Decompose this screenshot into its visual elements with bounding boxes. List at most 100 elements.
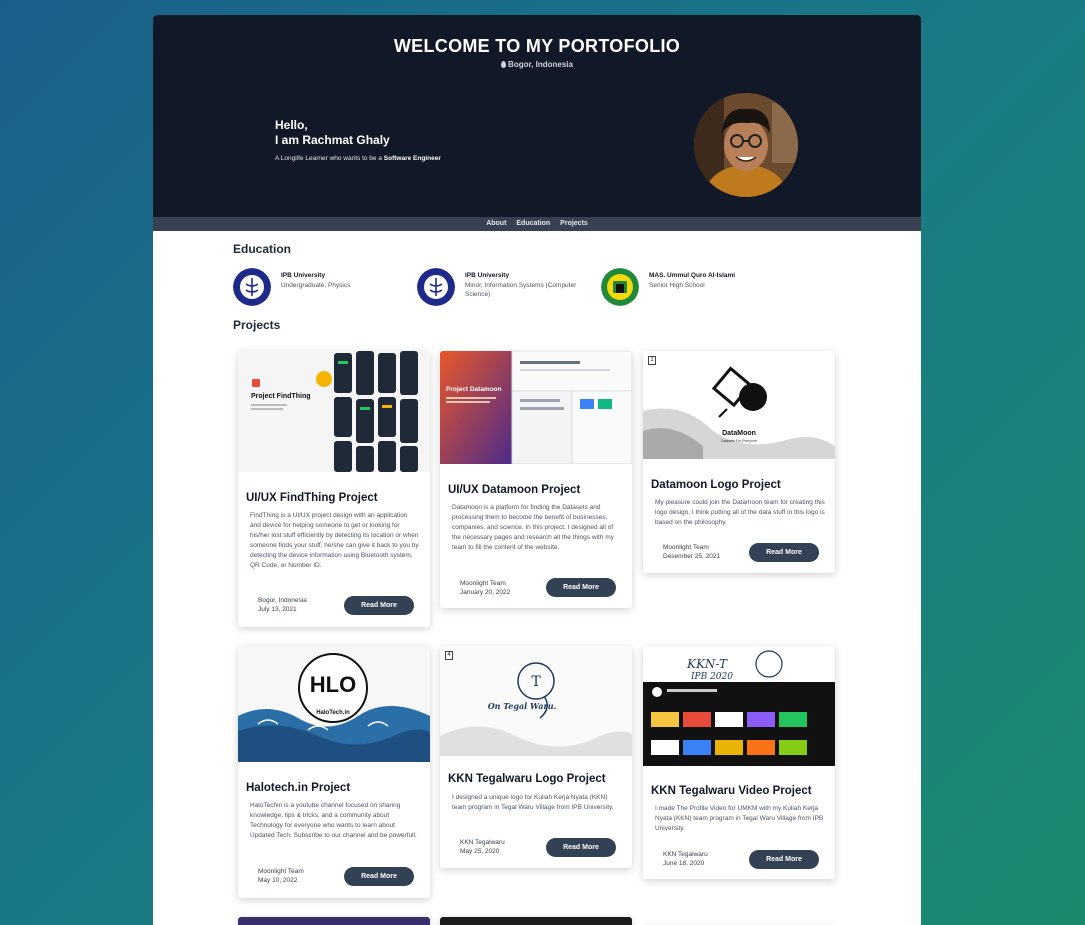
project-author: KKN Tegalwaru (460, 839, 505, 846)
findthing-mockup: Project FindThing (238, 351, 430, 472)
nav-education[interactable]: Education (516, 220, 550, 227)
location-label: Bogor, Indonesia (508, 60, 573, 69)
education-item: IPB University Undergraduate, Physics (233, 268, 413, 306)
project-date: June 18, 2020 (663, 859, 705, 867)
halotech-image: HLO HaloTech.in (238, 646, 430, 762)
halotech-logo-text: HaloTech.in (316, 710, 350, 716)
kkn-banner-text: KKN-T (686, 657, 728, 671)
project-date: May 25, 2020 (460, 847, 500, 855)
tegalwaru-video-image: KKN-T IPB 2020 (643, 646, 835, 766)
project-title: UI/UX Datamoon Project (448, 484, 581, 496)
project-title: Halotech.in Project (246, 782, 351, 794)
school-name: MAS. Ummul Quro Al-Islami (649, 272, 736, 279)
projects-heading: Projects (233, 318, 281, 332)
tagline-text: A Longlife Learner who wants to be a (275, 155, 384, 162)
ipb-logo-icon (233, 268, 271, 306)
datamoon-logo-text: DataMoon (722, 430, 756, 437)
svg-text:T: T (531, 674, 541, 690)
ipb-logo-icon (417, 268, 455, 306)
project-date: July 13, 2021 (258, 605, 297, 613)
tagline: A Longlife Learner who wants to be a Sof… (275, 155, 441, 162)
read-more-button[interactable]: Read More (546, 578, 616, 597)
read-more-button[interactable]: Read More (344, 596, 414, 615)
nav-about[interactable]: About (486, 220, 506, 227)
project-card: DataMoon Datasets For Everyone 1 Datamoo… (643, 351, 835, 573)
project-image: DataMoon Datasets For Everyone (643, 351, 835, 459)
kkn-banner-subtext: IPB 2020 (690, 672, 733, 682)
project-card-partial (238, 917, 430, 925)
education-heading: Education (233, 242, 292, 256)
project-title: KKN Tegalwaru Logo Project (448, 773, 606, 785)
project-description: Datamoon is a platform for finding the D… (452, 504, 614, 551)
project-meta: KKN Tegalwaru May 25, 2020 (460, 839, 505, 856)
tegalwaru-logo-image: T On Tegal Waru. (440, 646, 632, 756)
location-text: Bogor, Indonesia (153, 60, 921, 69)
project-image: Project FindThing (238, 351, 430, 472)
avatar-photo (694, 93, 798, 197)
project-image: Project Datamoon (440, 351, 632, 464)
school-name: IPB University (465, 272, 510, 279)
project-title: Datamoon Logo Project (651, 479, 781, 491)
project-author: Moonlight Team (663, 544, 709, 551)
project-title: KKN Tegalwaru Video Project (651, 785, 812, 797)
location-pin-icon (501, 61, 507, 68)
project-card: T On Tegal Waru. 4 KKN Tegalwaru Logo Pr… (440, 646, 632, 868)
tagline-highlight: Software Engineer (383, 155, 441, 162)
datamoon-logo-subtext: Datasets For Everyone (721, 439, 757, 443)
read-more-button[interactable]: Read More (344, 867, 414, 886)
project-date: January 20, 2022 (460, 588, 511, 596)
datamoon-logo-image: DataMoon Datasets For Everyone (643, 351, 835, 459)
school-degree: Undergraduate, Physics (281, 282, 351, 289)
project-meta: Bogor, Indonesia July 13, 2021 (258, 597, 307, 614)
project-meta: Moonlight Team May 10, 2022 (258, 868, 304, 885)
project-title: UI/UX FindThing Project (246, 492, 378, 504)
project-description: My pleasure could join the Datamoon team… (655, 499, 825, 526)
greeting-line-1: Hello, (275, 118, 308, 132)
greeting: Hello, I am Rachmat Ghaly (275, 118, 390, 148)
school-degree: Minor, Information Systems (Computer Sci… (465, 282, 577, 298)
findthing-mockup-text: Project FindThing (251, 393, 311, 400)
image-badge: 1 (648, 356, 656, 365)
datamoon-mockup-text: Project Datamoon (446, 386, 502, 393)
project-author: Bogor, Indonesia (258, 597, 307, 604)
project-date: Desember 25, 2021 (663, 552, 721, 560)
project-card-partial (643, 921, 835, 925)
nav-projects[interactable]: Projects (560, 220, 588, 227)
datamoon-mockup: Project Datamoon (440, 351, 632, 464)
project-image: T On Tegal Waru. (440, 646, 632, 756)
project-author: Moonlight Team (460, 580, 506, 587)
page-title: WELCOME TO MY PORTOFOLIO (393, 36, 681, 56)
school-name: IPB University (281, 272, 326, 279)
education-item: MAS. Ummul Quro Al-Islami Senior High Sc… (601, 268, 781, 306)
project-description: HaloTechin is a youtube channel focused … (250, 802, 417, 839)
image-badge: 4 (445, 651, 453, 660)
avatar (694, 93, 798, 197)
svg-text:HLO: HLO (310, 672, 356, 697)
project-meta: Moonlight Team January 20, 2022 (460, 580, 510, 597)
portfolio-page: WELCOME TO MY PORTOFOLIO Bogor, Indonesi… (153, 15, 921, 925)
project-card: Project FindThing UI/UX FindThing Projec (238, 351, 430, 627)
read-more-button[interactable]: Read More (749, 850, 819, 869)
read-more-button[interactable]: Read More (749, 543, 819, 562)
project-card: KKN-T IPB 2020 KKN Tegalwaru Video Proje… (643, 646, 835, 879)
project-description: I designed a unique logo for Kuliah Kerj… (452, 794, 614, 811)
project-author: KKN Tegalwaru (663, 851, 708, 858)
nav-bar: About Education Projects (153, 217, 921, 231)
education-item: IPB University Minor, Information System… (417, 268, 597, 306)
project-author: Moonlight Team (258, 868, 304, 875)
project-description: FindThing is a UI/UX project design with… (250, 512, 419, 569)
project-date: May 10, 2022 (258, 876, 298, 884)
project-description: I made The Profile Video for UMKM with m… (655, 805, 824, 832)
project-card: HLO HaloTech.in Halotech.in Project Halo… (238, 646, 430, 898)
hero-banner: WELCOME TO MY PORTOFOLIO Bogor, Indonesi… (153, 15, 921, 217)
school-degree: Senior High School (649, 282, 705, 289)
project-image: HLO HaloTech.in (238, 646, 430, 762)
greeting-line-2: I am Rachmat Ghaly (275, 133, 390, 147)
project-image: KKN-T IPB 2020 (643, 646, 835, 766)
project-meta: KKN Tegalwaru June 18, 2020 (663, 851, 708, 868)
school-logo-icon (601, 268, 639, 306)
project-meta: Moonlight Team Desember 25, 2021 (663, 544, 720, 561)
project-card: Project Datamoon UI/UX Datamoon Project … (440, 351, 632, 608)
read-more-button[interactable]: Read More (546, 838, 616, 857)
project-card-partial (440, 917, 632, 925)
